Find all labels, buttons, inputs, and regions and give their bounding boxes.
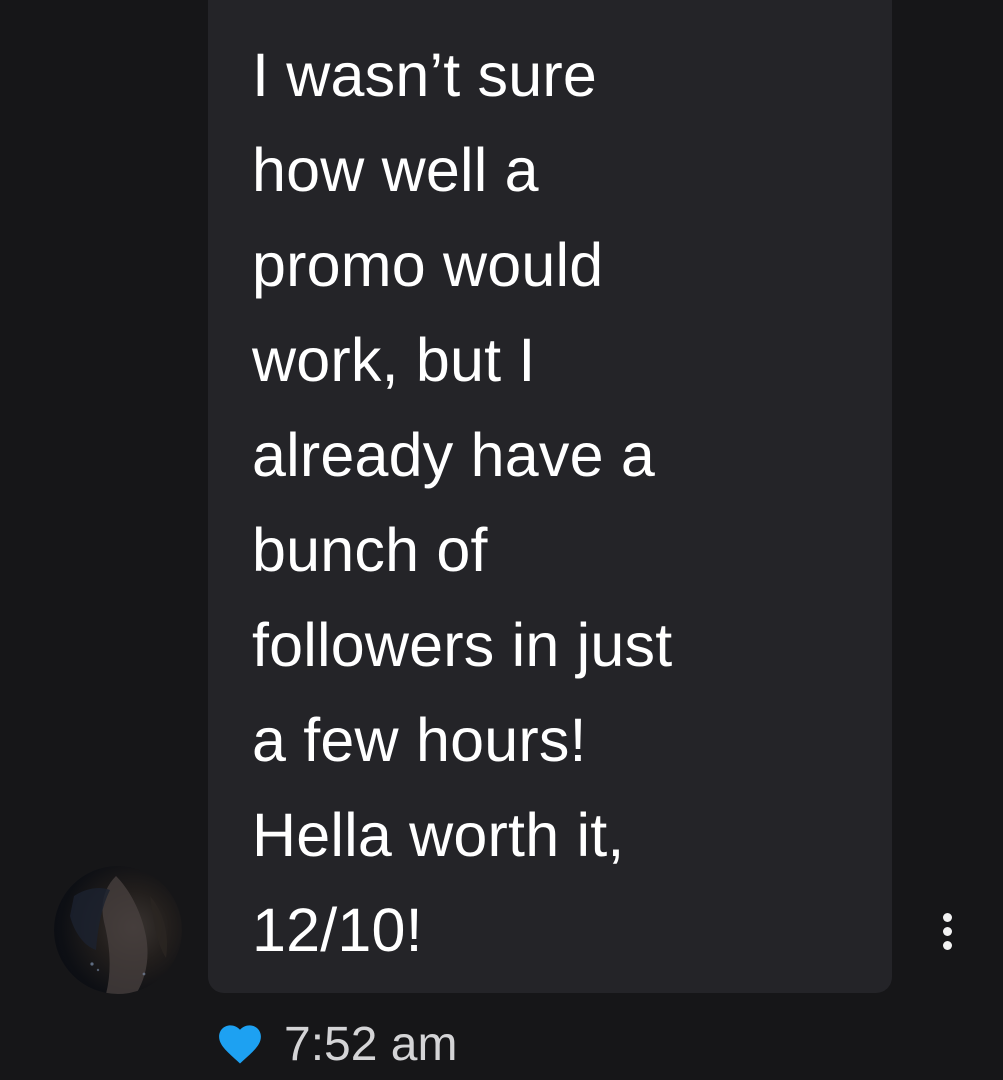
message-line: Hella worth it, [252, 801, 625, 869]
message-line: promo would [252, 231, 604, 299]
message-line: followers in just [252, 611, 673, 679]
heart-icon[interactable] [218, 1025, 262, 1065]
more-vertical-icon [942, 940, 952, 950]
message-bubble[interactable]: I wasn’t sure how well a promo would wor… [208, 0, 892, 993]
message-line: 12/10! [252, 896, 423, 964]
message-line: work, but I [252, 326, 536, 394]
more-vertical-icon [942, 912, 952, 922]
chat-screen: I wasn’t sure how well a promo would wor… [0, 0, 1003, 1080]
message-line: how well a [252, 136, 539, 204]
message-timestamp: 7:52 am [284, 1018, 458, 1071]
avatar[interactable] [54, 866, 182, 994]
avatar-image [70, 876, 168, 994]
message-line: already have a [252, 421, 655, 489]
message-line: a few hours! [252, 706, 587, 774]
more-vertical-icon [942, 926, 952, 936]
message-meta: 7:52 am [218, 1015, 457, 1075]
message-line: bunch of [252, 516, 488, 584]
more-options-button[interactable] [930, 906, 964, 956]
message-line: I wasn’t sure [252, 41, 598, 109]
message-text: I wasn’t sure how well a promo would wor… [252, 28, 852, 978]
